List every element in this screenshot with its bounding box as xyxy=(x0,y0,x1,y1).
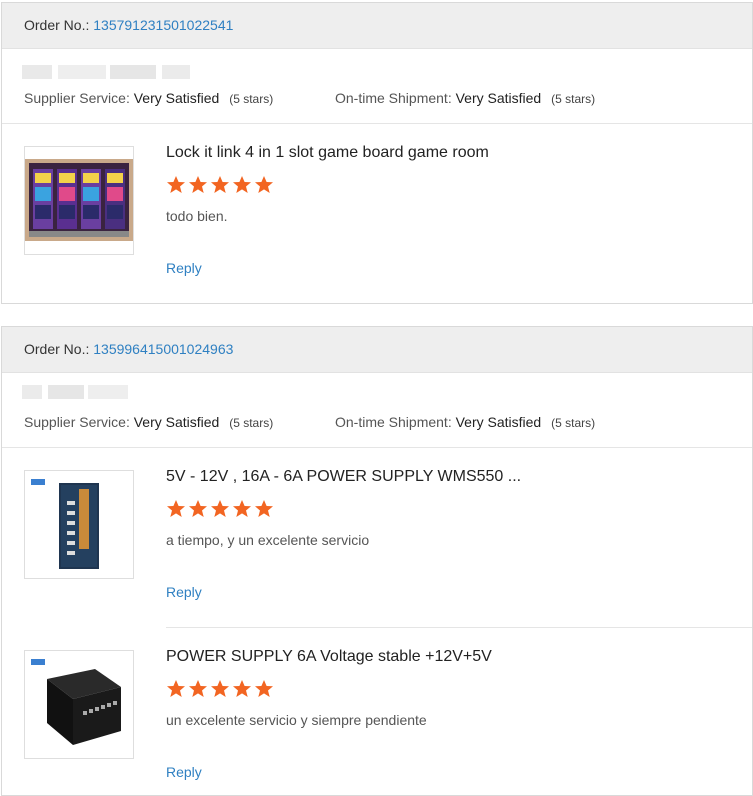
supplier-service-value: Very Satisfied xyxy=(133,90,220,106)
order-card-2: Order No.: 135996415001024963 Supplier S… xyxy=(1,326,753,796)
supplier-service-value: Very Satisfied xyxy=(133,414,220,430)
rating-stars xyxy=(166,679,276,699)
buyer-name-blurred xyxy=(22,65,192,79)
reply-link[interactable]: Reply xyxy=(166,260,202,276)
power-supply-vertical-image xyxy=(31,479,99,569)
shipment-stars: (5 stars) xyxy=(551,416,596,430)
rating-stars xyxy=(166,175,276,195)
order-header: Order No.: 135791231501022541 xyxy=(2,3,752,49)
seller-ratings: Supplier Service: Very Satisfied (5 star… xyxy=(24,414,595,430)
reply-link[interactable]: Reply xyxy=(166,584,202,600)
star-icon xyxy=(255,680,273,697)
product-thumbnail[interactable] xyxy=(24,650,134,759)
order-card-1: Order No.: 135791231501022541 Supplier S… xyxy=(1,2,753,304)
star-icon xyxy=(167,176,185,193)
star-icon xyxy=(211,500,229,517)
slot-machines-image xyxy=(25,159,133,241)
product-thumbnail[interactable] xyxy=(24,146,134,255)
seller-ratings: Supplier Service: Very Satisfied (5 star… xyxy=(24,90,595,106)
supplier-service-stars: (5 stars) xyxy=(229,416,274,430)
product-title[interactable]: POWER SUPPLY 6A Voltage stable +12V+5V xyxy=(166,648,492,666)
buyer-name-blurred xyxy=(22,385,192,399)
order-number-link[interactable]: 135996415001024963 xyxy=(93,341,233,357)
shipment-value: Very Satisfied xyxy=(455,90,542,106)
shipment-label: On-time Shipment: xyxy=(335,414,452,430)
order-number-label: Order No.: xyxy=(24,17,90,33)
rating-stars xyxy=(166,499,276,519)
star-icon xyxy=(233,500,251,517)
star-icon xyxy=(233,176,251,193)
shipment-value: Very Satisfied xyxy=(455,414,542,430)
star-icon xyxy=(189,680,207,697)
star-icon xyxy=(255,500,273,517)
order-number-label: Order No.: xyxy=(24,341,90,357)
feedback-item: Lock it link 4 in 1 slot game board game… xyxy=(2,124,752,303)
star-icon xyxy=(189,176,207,193)
star-icon xyxy=(255,176,273,193)
supplier-service-label: Supplier Service: xyxy=(24,90,130,106)
product-title[interactable]: Lock it link 4 in 1 slot game board game… xyxy=(166,144,489,162)
reply-link[interactable]: Reply xyxy=(166,764,202,780)
shipment-stars: (5 stars) xyxy=(551,92,596,106)
star-icon xyxy=(167,680,185,697)
star-icon xyxy=(233,680,251,697)
supplier-service-label: Supplier Service: xyxy=(24,414,130,430)
power-supply-box-image xyxy=(31,659,121,745)
product-title[interactable]: 5V - 12V , 16A - 6A POWER SUPPLY WMS550 … xyxy=(166,468,521,486)
feedback-item: POWER SUPPLY 6A Voltage stable +12V+5V u… xyxy=(2,628,752,795)
star-icon xyxy=(189,500,207,517)
product-thumbnail[interactable] xyxy=(24,470,134,579)
order-number-link[interactable]: 135791231501022541 xyxy=(93,17,233,33)
feedback-comment: a tiempo, y un excelente servicio xyxy=(166,532,370,548)
star-icon xyxy=(211,680,229,697)
feedback-item: 5V - 12V , 16A - 6A POWER SUPPLY WMS550 … xyxy=(2,448,752,628)
order-header: Order No.: 135996415001024963 xyxy=(2,327,752,373)
star-icon xyxy=(167,500,185,517)
star-icon xyxy=(211,176,229,193)
feedback-comment: un excelente servicio y siempre pendient… xyxy=(166,712,427,728)
feedback-comment: todo bien. xyxy=(166,208,228,224)
supplier-service-stars: (5 stars) xyxy=(229,92,274,106)
shipment-label: On-time Shipment: xyxy=(335,90,452,106)
